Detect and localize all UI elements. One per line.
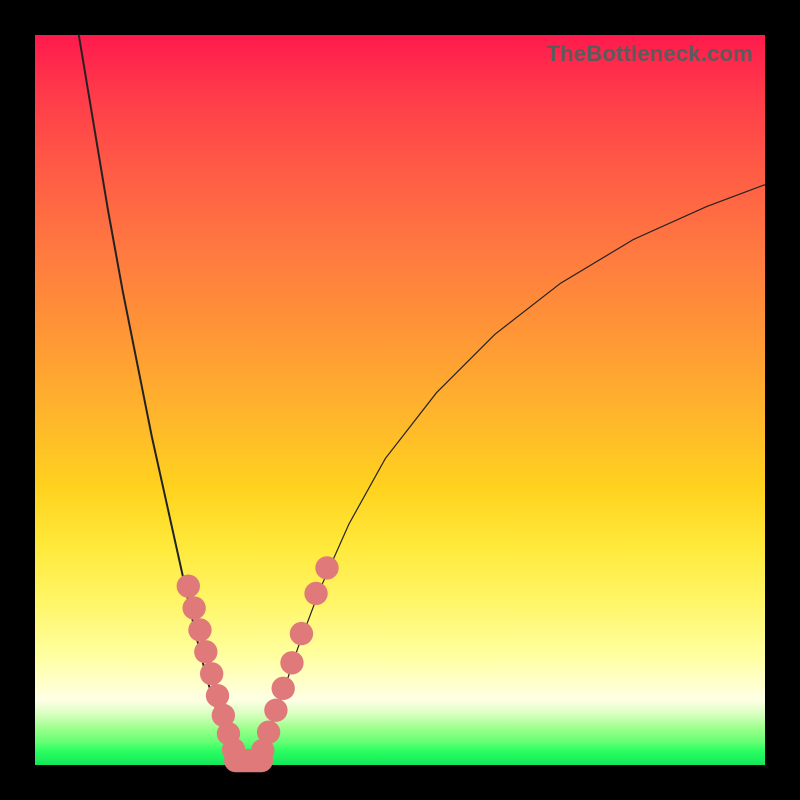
bead [272,677,295,700]
right-curve [258,185,765,765]
bead [315,556,338,579]
bead [194,640,217,663]
plot-area: TheBottleneck.com [35,35,765,765]
bead [304,582,327,605]
bead [177,574,200,597]
chart-frame: TheBottleneck.com [0,0,800,800]
bead [280,651,303,674]
bead-floor [224,749,273,772]
bead [206,684,229,707]
bead [182,596,205,619]
bead [290,622,313,645]
bead [200,662,223,685]
bead [257,720,280,743]
curve-layer [35,35,765,765]
bead [188,618,211,641]
bead-group [177,556,339,772]
bead [264,699,287,722]
